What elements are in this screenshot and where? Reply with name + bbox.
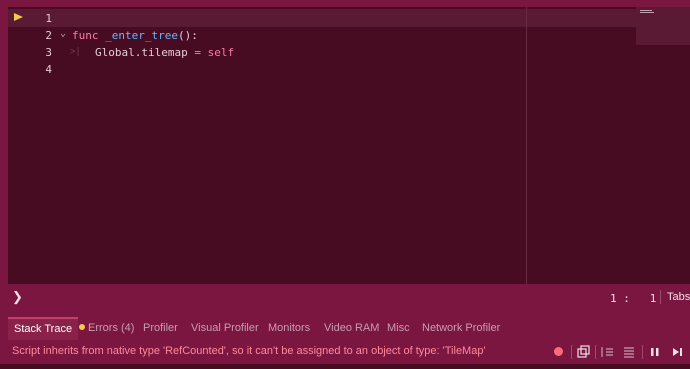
line-number: 4	[45, 63, 52, 76]
operator-token: =	[194, 46, 201, 59]
minimap[interactable]	[636, 7, 690, 45]
member-token: .tilemap	[134, 46, 195, 59]
code-line-3[interactable]: 3 >|	[8, 44, 80, 61]
tab-stack-trace[interactable]: Stack Trace	[8, 317, 79, 341]
current-line-highlight	[8, 9, 638, 27]
continue-icon[interactable]	[668, 343, 686, 361]
editor-status-bar: ❯ 1 : 1 Tabs	[8, 285, 690, 311]
toolbar-separator	[642, 345, 643, 359]
panel-footer	[0, 364, 690, 369]
keyword-token: func	[72, 29, 99, 42]
toolbar-separator	[595, 345, 596, 359]
minimap-line	[640, 12, 654, 13]
tab-indent-icon: >|	[70, 47, 81, 57]
line-number: 2	[45, 29, 52, 42]
identifier-token: Global	[95, 46, 135, 59]
code-line-1[interactable]: 1	[8, 10, 68, 27]
warning-dot-icon	[79, 324, 85, 331]
minimap-line	[640, 10, 652, 11]
code-editor[interactable]: 1 2 ⌄ func _enter_tree(): 3 >| Global.ti…	[8, 7, 690, 284]
tab-label: Visual Profiler	[191, 322, 259, 334]
debugger-toolbar	[550, 343, 690, 361]
line-number: 3	[45, 46, 52, 59]
bottom-panel-tabs: Stack Trace Errors (4) Profiler Visual P…	[0, 317, 690, 341]
keyword-token: self	[200, 46, 235, 59]
function-name-token: _enter_tree	[105, 29, 178, 42]
tab-label: Stack Trace	[14, 323, 73, 335]
tab-label: Errors (4)	[88, 322, 135, 334]
tab-profiler[interactable]: Profiler	[143, 317, 178, 339]
chevron-down-icon[interactable]: ⌄	[60, 28, 66, 39]
code-line-4[interactable]: 4	[8, 61, 68, 78]
indent-mode-button[interactable]: Tabs	[660, 290, 690, 304]
tab-video-ram[interactable]: Video RAM	[324, 317, 379, 339]
tab-network-profiler[interactable]: Network Profiler	[422, 317, 500, 339]
tab-monitors[interactable]: Monitors	[268, 317, 310, 339]
tab-visual-profiler[interactable]: Visual Profiler	[191, 317, 259, 339]
code-text-line-3: Global.tilemap = self	[95, 46, 234, 59]
step-over-icon[interactable]	[620, 343, 638, 361]
debugger-message-bar: Script inherits from native type 'RefCou…	[0, 340, 690, 364]
chevron-right-icon[interactable]: ❯	[12, 289, 23, 305]
cursor-position: 1 : 1	[610, 292, 657, 305]
tab-label: Video RAM	[324, 322, 380, 334]
pause-icon[interactable]	[646, 343, 664, 361]
code-text-line-2: func _enter_tree():	[72, 29, 198, 42]
tab-errors[interactable]: Errors (4)	[79, 317, 134, 339]
toolbar-separator	[571, 345, 572, 359]
code-line-2[interactable]: 2 ⌄	[8, 27, 68, 44]
copy-icon[interactable]	[574, 343, 592, 361]
tab-label: Misc	[387, 322, 410, 334]
line-length-guide	[526, 7, 527, 284]
tab-label: Monitors	[268, 322, 311, 334]
current-line-arrow-icon	[14, 13, 23, 21]
line-number: 1	[45, 12, 52, 25]
tab-label: Network Profiler	[422, 322, 501, 334]
punctuation-token: ():	[177, 29, 198, 42]
tab-misc[interactable]: Misc	[387, 317, 410, 339]
breakpoint-icon[interactable]	[550, 343, 568, 361]
tab-label: Profiler	[143, 322, 178, 334]
error-message: Script inherits from native type 'RefCou…	[12, 345, 486, 357]
step-into-icon[interactable]	[598, 343, 616, 361]
